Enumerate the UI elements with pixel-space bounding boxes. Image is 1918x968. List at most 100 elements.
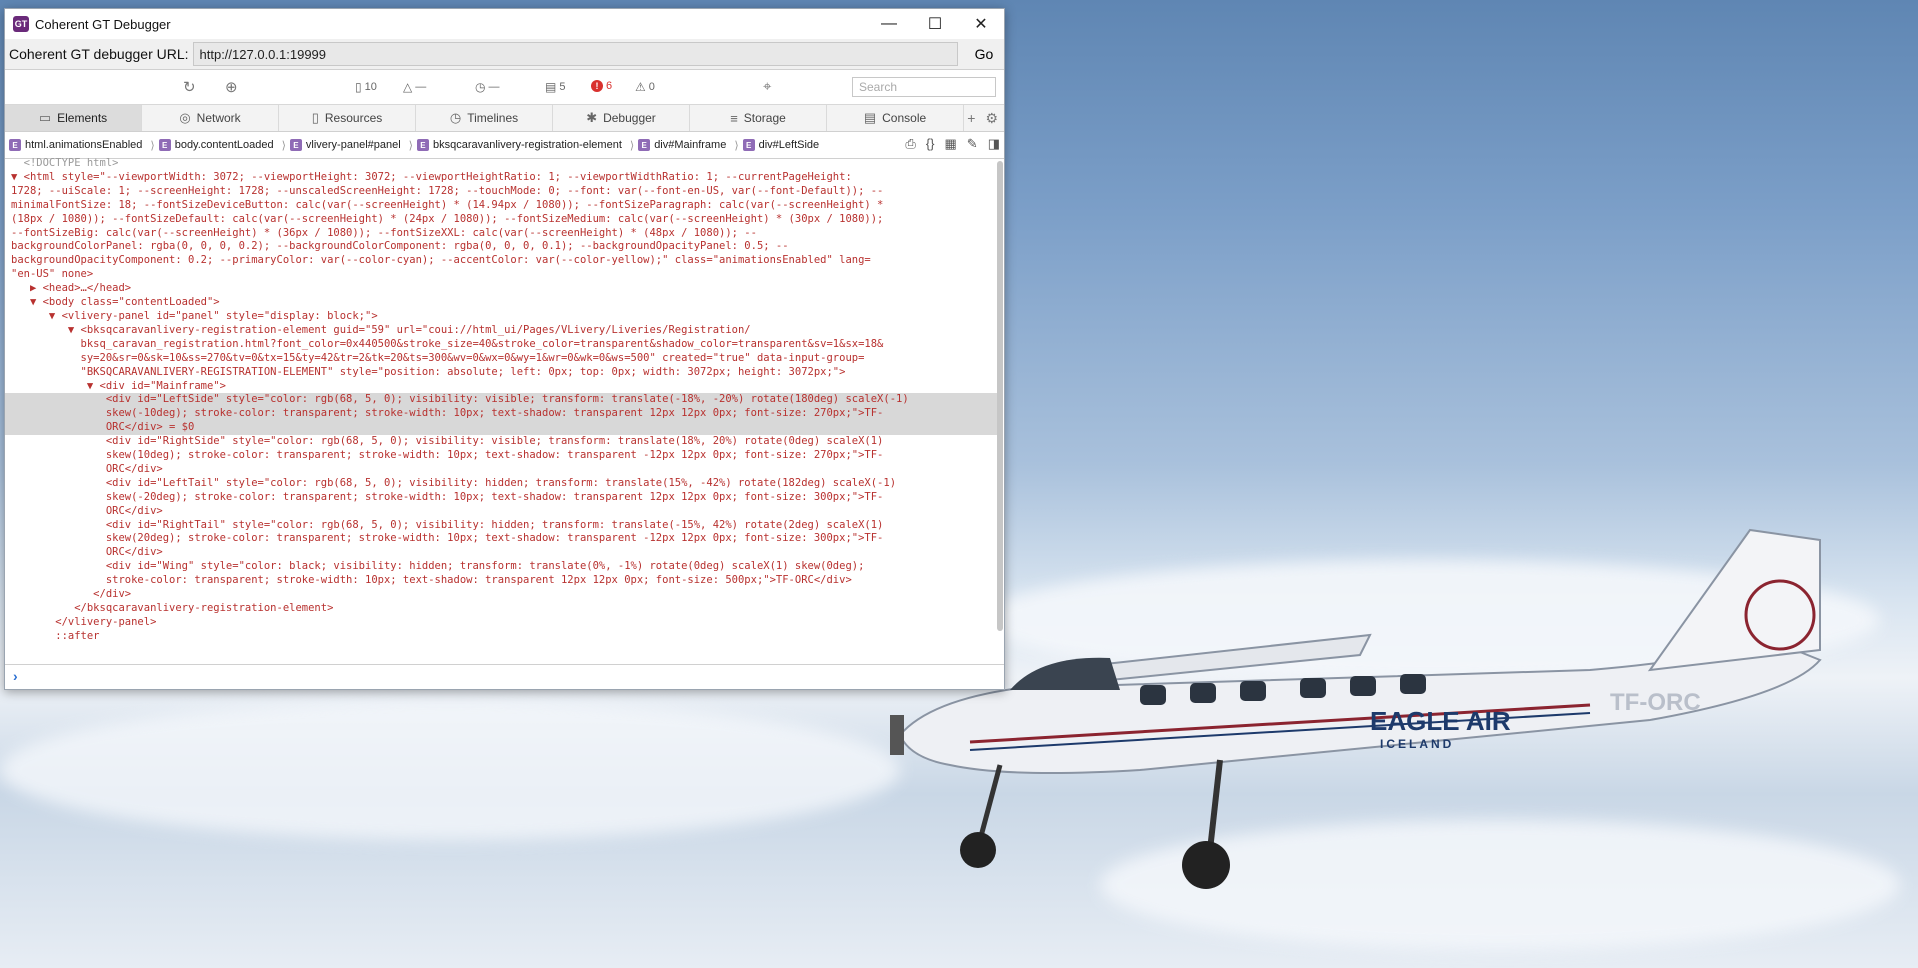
breadcrumb-item[interactable]: Ehtml.animationsEnabled ⟩: [9, 139, 155, 152]
breadcrumb-label: bksqcaravanlivery-registration-element: [432, 139, 622, 151]
clock-icon: ◷: [475, 80, 486, 94]
elements-icon: ▭: [38, 110, 52, 125]
search-input[interactable]: Search: [852, 77, 996, 97]
braces-icon[interactable]: {}: [926, 136, 935, 152]
dom-line[interactable]: skew(10deg); stroke-color: transparent; …: [5, 449, 997, 463]
warnings-counter-b[interactable]: ◷ —: [475, 80, 499, 94]
url-input[interactable]: http://127.0.0.1:19999: [192, 42, 958, 66]
dom-line[interactable]: <div id="Wing" style="color: black; visi…: [5, 560, 997, 574]
dom-line[interactable]: ▼ <div id="Mainframe">: [5, 380, 997, 394]
dom-line[interactable]: ▼ <vlivery-panel id="panel" style="displ…: [5, 310, 997, 324]
dom-line[interactable]: ORC</div>: [5, 505, 997, 519]
dom-line[interactable]: backgroundOpacityComponent: 0.2; --prima…: [5, 254, 997, 268]
breadcrumb-item[interactable]: Ediv#LeftSide: [742, 139, 819, 151]
bell-icon: △: [403, 80, 413, 94]
dom-line[interactable]: skew(20deg); stroke-color: transparent; …: [5, 532, 997, 546]
title-bar[interactable]: GT Coherent GT Debugger — ☐ ✕: [5, 9, 1004, 39]
dom-line[interactable]: </vlivery-panel>: [5, 616, 997, 630]
storage-icon: ≡: [730, 110, 738, 126]
dom-line[interactable]: (18px / 1080)); --fontSizeDefault: calc(…: [5, 213, 997, 227]
breadcrumb-label: body.contentLoaded: [174, 139, 274, 151]
dom-line[interactable]: ▼ <body class="contentLoaded">: [5, 296, 997, 310]
breadcrumb-label: div#Mainframe: [654, 139, 727, 151]
dom-line[interactable]: --fontSizeBig: calc(var(--screenHeight) …: [5, 227, 997, 241]
plane-subbrand-text: ICELAND: [1380, 737, 1454, 751]
errors-counter[interactable]: ! 6: [591, 80, 612, 92]
dom-line[interactable]: minimalFontSize: 18; --fontSizeDeviceBut…: [5, 199, 997, 213]
dom-line[interactable]: <div id="RightSide" style="color: rgb(68…: [5, 435, 997, 449]
pen-icon[interactable]: ✎: [967, 136, 978, 152]
tab-label: Elements: [57, 111, 108, 125]
dom-line[interactable]: skew(-20deg); stroke-color: transparent;…: [5, 491, 997, 505]
tab-console[interactable]: ▤ Console: [827, 105, 964, 131]
tab-debugger[interactable]: ✱ Debugger: [553, 105, 690, 131]
dom-line[interactable]: <div id="LeftSide" style="color: rgb(68,…: [5, 393, 997, 408]
tab-label: Debugger: [603, 111, 656, 125]
dom-line[interactable]: ORC</div>: [5, 463, 997, 477]
messages-counter[interactable]: ▤ 5: [545, 80, 565, 94]
dom-line[interactable]: <div id="LeftTail" style="color: rgb(68,…: [5, 477, 997, 491]
error-icon: !: [591, 80, 603, 92]
dom-line[interactable]: skew(-10deg); stroke-color: transparent;…: [5, 407, 997, 422]
maximize-button[interactable]: ☐: [912, 9, 958, 39]
grid-icon[interactable]: ▦: [945, 136, 957, 152]
minimize-button[interactable]: —: [866, 9, 912, 39]
tab-network[interactable]: ◎ Network: [142, 105, 279, 131]
tab-timelines[interactable]: ◷ Timelines: [416, 105, 553, 131]
warnings-counter-a[interactable]: △ —: [403, 80, 426, 94]
tab-label: Timelines: [467, 111, 519, 125]
element-icon: E: [158, 139, 171, 151]
timelines-icon: ◷: [449, 110, 462, 125]
sidebar-toggle-icon[interactable]: ◨: [988, 136, 1000, 152]
message-icon: ▤: [545, 80, 557, 94]
download-icon[interactable]: ⊕: [225, 78, 238, 96]
go-button[interactable]: Go: [966, 46, 1002, 62]
print-icon[interactable]: ⎙: [905, 136, 915, 152]
tab-resources[interactable]: ▯ Resources: [279, 105, 416, 131]
breadcrumb-separator: ⟩: [281, 139, 286, 152]
tab-storage[interactable]: ≡ Storage: [690, 105, 827, 131]
close-button[interactable]: ✕: [958, 9, 1004, 39]
dom-line[interactable]: backgroundColorPanel: rgba(0, 0, 0, 0.2)…: [5, 240, 997, 254]
dom-line[interactable]: ORC</div> = $0: [5, 421, 997, 436]
warnings-a-count: —: [415, 81, 427, 93]
dom-line[interactable]: stroke-color: transparent; stroke-width:…: [5, 574, 997, 588]
dom-line[interactable]: ORC</div>: [5, 546, 997, 560]
dom-line[interactable]: <!DOCTYPE html>: [5, 157, 997, 171]
breadcrumb: Ehtml.animationsEnabled ⟩ Ebody.contentLo…: [5, 132, 1004, 159]
breadcrumb-item[interactable]: Evlivery-panel#panel ⟩: [289, 139, 413, 152]
dom-line[interactable]: ::after: [5, 630, 997, 644]
settings-icon[interactable]: ⚙: [985, 110, 998, 127]
dom-line[interactable]: bksq_caravan_registration.html?font_colo…: [5, 338, 997, 352]
dom-line[interactable]: ▼ <bksqcaravanlivery-registration-elemen…: [5, 324, 997, 338]
console-input[interactable]: ›: [5, 664, 1004, 689]
alerts-count: 0: [648, 81, 655, 93]
dom-tree[interactable]: <!DOCTYPE html> ▼ <html style="--viewport…: [5, 157, 997, 665]
dom-line[interactable]: <div id="RightTail" style="color: rgb(68…: [5, 519, 997, 533]
breadcrumb-item[interactable]: Ebody.contentLoaded ⟩: [158, 139, 286, 152]
dom-line[interactable]: ▼ <html style="--viewportWidth: 3072; --…: [5, 171, 997, 185]
add-tab-icon[interactable]: +: [967, 110, 975, 126]
files-counter[interactable]: ▯ 10: [355, 80, 377, 94]
files-count: 10: [364, 81, 377, 93]
dom-line[interactable]: 1728; --uiScale: 1; --screenHeight: 1728…: [5, 185, 997, 199]
breadcrumb-separator: ⟩: [629, 139, 635, 152]
debugger-icon: ✱: [586, 110, 598, 125]
tab-elements[interactable]: ▭ Elements: [5, 105, 142, 131]
element-icon: E: [289, 139, 302, 151]
breadcrumb-item[interactable]: Ebksqcaravanlivery-registration-element ⟩: [416, 139, 635, 152]
dom-line[interactable]: </bksqcaravanlivery-registration-element…: [5, 602, 997, 616]
dom-line[interactable]: ▶ <head>…</head>: [5, 282, 997, 296]
dom-line[interactable]: "en-US" none>: [5, 268, 997, 282]
reload-icon[interactable]: ↻: [183, 78, 196, 96]
breadcrumb-item[interactable]: Ediv#Mainframe ⟩: [638, 139, 739, 152]
crosshair-icon[interactable]: ⌖: [763, 78, 771, 95]
dom-line[interactable]: </div>: [5, 588, 997, 602]
dom-line[interactable]: "BKSQCARAVANLIVERY-REGISTRATION-ELEMENT"…: [5, 366, 997, 380]
network-icon: ◎: [179, 110, 191, 125]
dom-line[interactable]: sy=20&sr=0&sk=10&ss=270&tv=0&tx=15&ty=42…: [5, 352, 997, 366]
warnings-b-count: —: [488, 81, 500, 93]
scrollbar[interactable]: [997, 161, 1003, 631]
tab-label: Resources: [324, 111, 383, 125]
alerts-counter[interactable]: ⚠ 0: [635, 80, 655, 94]
